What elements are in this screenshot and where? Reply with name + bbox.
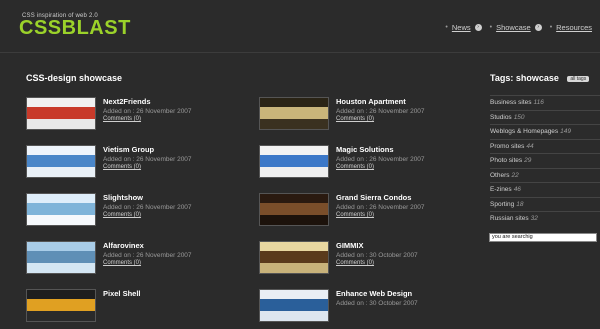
site-name[interactable]: GIMMIX	[336, 241, 364, 250]
nav-item-showcase[interactable]: • Showcase ›	[490, 23, 542, 32]
added-date: Added on : 26 November 2007	[336, 204, 425, 211]
added-date: Added on : 26 November 2007	[103, 252, 192, 259]
site-thumbnail[interactable]	[26, 97, 96, 130]
tag-label[interactable]: Weblogs & Homepages	[490, 128, 558, 135]
tag-label[interactable]: Business sites	[490, 99, 532, 106]
bullet-icon: •	[549, 24, 553, 31]
tag-item[interactable]: Business sites 116	[490, 95, 600, 110]
showcase-item: Enhance Web Design Added on : 30 October …	[259, 289, 459, 329]
site-name[interactable]: Magic Solutions	[336, 145, 394, 154]
site-header: CSS inspiration of web 2.0 CSSBLAST • Ne…	[0, 0, 600, 52]
site-thumbnail[interactable]	[259, 145, 329, 178]
tag-label[interactable]: Photo sites	[490, 157, 522, 164]
arrow-right-icon[interactable]: ›	[534, 24, 542, 31]
site-name[interactable]: Pixel Shell	[103, 289, 141, 298]
added-date: Added on : 26 November 2007	[103, 204, 192, 211]
added-date: Added on : 26 November 2007	[103, 108, 192, 115]
site-thumbnail[interactable]	[26, 289, 96, 322]
site-name[interactable]: Next2Friends	[103, 97, 151, 106]
tag-count: 46	[513, 186, 521, 193]
comments-link[interactable]: Comments (0)	[336, 260, 374, 266]
tag-label[interactable]: E-zines	[490, 186, 512, 193]
showcase-item: Vietism Group Added on : 26 November 2007…	[26, 145, 226, 185]
bullet-icon: •	[489, 24, 493, 31]
comments-link[interactable]: Comments (0)	[103, 260, 141, 266]
added-date: Added on : 30 October 2007	[336, 252, 418, 259]
header-divider	[0, 52, 600, 53]
tag-list: Business sites 116 Studios 150 Weblogs & Hom…	[490, 95, 600, 226]
site-thumbnail[interactable]	[259, 97, 329, 130]
comments-link[interactable]: Comments (0)	[336, 212, 374, 218]
page-title: CSS-design showcase	[26, 73, 123, 83]
tag-item[interactable]: Weblogs & Homepages 149	[490, 124, 600, 139]
arrow-right-icon[interactable]: ›	[474, 24, 482, 31]
nav-item-resources[interactable]: • Resources	[550, 23, 592, 32]
showcase-item: Alfarovinex Added on : 26 November 2007 Co…	[26, 241, 226, 281]
tag-item[interactable]: Others 22	[490, 167, 600, 183]
site-name[interactable]: Houston Apartment	[336, 97, 406, 106]
site-thumbnail[interactable]	[259, 193, 329, 226]
nav-link-showcase[interactable]: Showcase	[496, 23, 531, 32]
site-name[interactable]: Alfarovinex	[103, 241, 144, 250]
showcase-item: Magic Solutions Added on : 26 November 20…	[259, 145, 459, 185]
tag-item[interactable]: E-zines 46	[490, 182, 600, 197]
showcase-item: Grand Sierra Condos Added on : 26 Novembe…	[259, 193, 459, 233]
tag-label[interactable]: Sporting	[490, 201, 514, 208]
tag-count: 116	[533, 99, 544, 106]
nav-link-resources[interactable]: Resources	[556, 23, 592, 32]
site-thumbnail[interactable]	[26, 241, 96, 274]
tag-count: 150	[513, 113, 525, 121]
site-thumbnail[interactable]	[259, 241, 329, 274]
sidebar-title-text: Tags: showcase	[490, 73, 559, 83]
nav-link-news[interactable]: News	[452, 23, 471, 32]
main-nav: • News › • Showcase › • Resources	[437, 23, 592, 32]
site-name[interactable]: Enhance Web Design	[336, 289, 412, 298]
all-tags-button[interactable]: all tags	[567, 75, 590, 82]
comments-link[interactable]: Comments (0)	[103, 116, 141, 122]
added-date: Added on : 26 November 2007	[103, 156, 192, 163]
tag-count: 44	[526, 142, 534, 150]
tag-count: 149	[560, 128, 572, 135]
tag-item[interactable]: Studios 150	[490, 109, 600, 125]
comments-link[interactable]: Comments (0)	[336, 164, 374, 170]
showcase-item: Slightshow Added on : 26 November 2007 Com…	[26, 193, 226, 233]
tag-item[interactable]: Sporting 18	[490, 196, 600, 212]
tag-label[interactable]: Studios	[490, 114, 512, 121]
tag-count: 22	[511, 171, 519, 179]
search-input[interactable]	[489, 233, 597, 242]
showcase-item: GIMMIX Added on : 30 October 2007 Comments…	[259, 241, 459, 281]
site-name[interactable]: Slightshow	[103, 193, 143, 202]
added-date: Added on : 26 November 2007	[336, 108, 425, 115]
comments-link[interactable]: Comments (0)	[103, 212, 141, 218]
nav-item-news[interactable]: • News ›	[445, 23, 482, 32]
site-name[interactable]: Vietism Group	[103, 145, 154, 154]
tag-count: 18	[516, 200, 524, 208]
added-date: Added on : 30 October 2007	[336, 300, 418, 307]
showcase-item: Next2Friends Added on : 26 November 2007 C…	[26, 97, 226, 137]
site-thumbnail[interactable]	[259, 289, 329, 322]
tag-label[interactable]: Others	[490, 172, 510, 179]
tag-label[interactable]: Promo sites	[490, 143, 524, 150]
tag-item[interactable]: Photo sites 29	[490, 153, 600, 168]
added-date: Added on : 26 November 2007	[336, 156, 425, 163]
site-logo[interactable]: CSSBLAST	[19, 17, 131, 40]
showcase-item: Pixel Shell	[26, 289, 226, 329]
tag-count: 29	[524, 157, 532, 164]
tag-label[interactable]: Russian sites	[490, 215, 529, 222]
showcase-item: Houston Apartment Added on : 26 November …	[259, 97, 459, 137]
bullet-icon: •	[445, 24, 448, 31]
tag-item[interactable]: Promo sites 44	[490, 138, 600, 154]
tag-count: 32	[530, 215, 538, 222]
site-name[interactable]: Grand Sierra Condos	[336, 193, 411, 202]
site-thumbnail[interactable]	[26, 145, 96, 178]
tag-item[interactable]: Russian sites 32	[490, 211, 600, 226]
comments-link[interactable]: Comments (0)	[336, 116, 374, 122]
sidebar-title: Tags: showcase all tags	[490, 73, 590, 83]
site-thumbnail[interactable]	[26, 193, 96, 226]
comments-link[interactable]: Comments (0)	[103, 164, 141, 170]
